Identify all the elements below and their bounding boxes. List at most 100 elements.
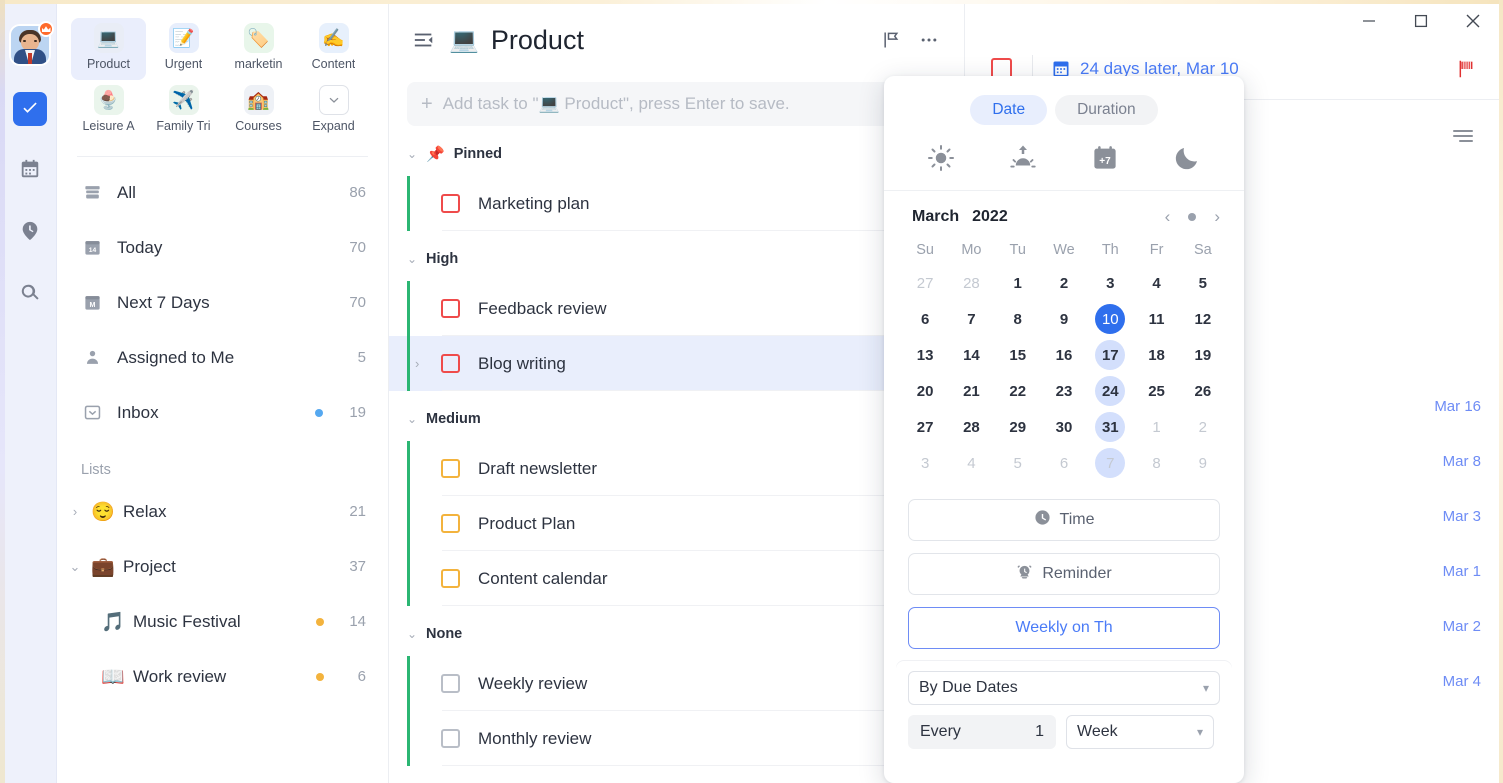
calendar-day[interactable]: 25 <box>1133 373 1179 409</box>
calendar-day[interactable]: 3 <box>1087 265 1133 301</box>
task-checkbox[interactable] <box>441 514 460 533</box>
calendar-day[interactable]: 24 <box>1087 373 1133 409</box>
calendar-day[interactable]: 29 <box>995 409 1041 445</box>
sidebar-item-next 7 days[interactable]: M Next 7 Days 70 <box>57 275 388 330</box>
add-task-input[interactable]: + Add task to "💻 Product", press Enter t… <box>407 82 946 126</box>
calendar-day[interactable]: 31 <box>1087 409 1133 445</box>
calendar-day[interactable]: 4 <box>1133 265 1179 301</box>
calendar-day[interactable]: 1 <box>1133 409 1179 445</box>
repeat-unit-select[interactable]: Week ▾ <box>1066 715 1214 749</box>
calendar-day[interactable]: 3 <box>902 445 948 481</box>
collapse-caret-icon[interactable]: ⌄ <box>407 627 417 641</box>
calendar-day[interactable]: 2 <box>1041 265 1087 301</box>
collapse-caret-icon[interactable]: ⌄ <box>407 147 417 161</box>
calendar-day[interactable]: 1 <box>995 265 1041 301</box>
task-due-label[interactable]: Mar 4 <box>1361 673 1481 690</box>
calendar-day[interactable]: 18 <box>1133 337 1179 373</box>
sidebar-item-assigned to me[interactable]: Assigned to Me 5 <box>57 330 388 385</box>
calendar-day[interactable]: 28 <box>948 265 994 301</box>
task-checkbox[interactable] <box>441 299 460 318</box>
detail-menu-icon[interactable] <box>1453 130 1473 145</box>
calendar-day[interactable]: 22 <box>995 373 1041 409</box>
task-checkbox[interactable] <box>441 194 460 213</box>
shortcut-leisure a[interactable]: 🍨 Leisure A <box>71 80 146 142</box>
calendar-day[interactable]: 28 <box>948 409 994 445</box>
shortcut-content[interactable]: ✍️ Content <box>296 18 371 80</box>
list-item-work review[interactable]: 📖 Work review 6 <box>57 649 388 704</box>
calendar-day[interactable]: 9 <box>1180 445 1226 481</box>
calendar-day[interactable]: 27 <box>902 265 948 301</box>
list-item-relax[interactable]: › 😌 Relax 21 <box>57 484 388 539</box>
rail-item-pomodoro[interactable] <box>13 216 47 250</box>
sunrise-icon[interactable] <box>1003 138 1043 178</box>
time-button[interactable]: Time <box>908 499 1220 541</box>
list-item-music festival[interactable]: 🎵 Music Festival 14 <box>57 594 388 649</box>
task-due-label[interactable]: Mar 8 <box>1361 453 1481 470</box>
calendar-day[interactable]: 19 <box>1180 337 1226 373</box>
more-options-icon[interactable] <box>916 27 942 53</box>
priority-flag-icon[interactable] <box>1455 58 1477 80</box>
date-popup-tab-date[interactable]: Date <box>970 95 1048 125</box>
task-row[interactable]: Marketing plan <box>389 176 964 231</box>
task-due-label[interactable]: Mar 1 <box>1361 563 1481 580</box>
calendar-day[interactable]: 21 <box>948 373 994 409</box>
task-checkbox[interactable] <box>441 729 460 748</box>
calendar-day[interactable]: 7 <box>948 301 994 337</box>
calendar-day[interactable]: 9 <box>1041 301 1087 337</box>
calendar-day[interactable]: 26 <box>1180 373 1226 409</box>
expand-caret-icon[interactable]: ⌄ <box>67 559 83 575</box>
prev-month-button[interactable]: ‹ <box>1165 207 1171 227</box>
task-group-header-high[interactable]: ⌄ High <box>389 237 964 281</box>
repeat-button[interactable]: Weekly on Th <box>908 607 1220 649</box>
task-group-header-pinned[interactable]: ⌄ 📌 Pinned <box>389 132 964 176</box>
task-group-header-none[interactable]: ⌄ None <box>389 612 964 656</box>
task-row[interactable]: Product Plan <box>389 496 964 551</box>
calendar-day[interactable]: 8 <box>995 301 1041 337</box>
minimize-button[interactable] <box>1343 4 1395 38</box>
collapse-sidebar-icon[interactable] <box>411 27 437 53</box>
maximize-button[interactable] <box>1395 4 1447 38</box>
calendar-day[interactable]: 6 <box>902 301 948 337</box>
calendar-day[interactable]: 4 <box>948 445 994 481</box>
calendar-day[interactable]: 23 <box>1041 373 1087 409</box>
task-group-header-medium[interactable]: ⌄ Medium <box>389 397 964 441</box>
sidebar-item-today[interactable]: 14 Today 70 <box>57 220 388 275</box>
task-checkbox[interactable] <box>441 459 460 478</box>
calendar-day[interactable]: 6 <box>1041 445 1087 481</box>
sun-icon[interactable] <box>921 138 961 178</box>
calendar-day[interactable]: 8 <box>1133 445 1179 481</box>
task-due-label[interactable]: Mar 2 <box>1361 618 1481 635</box>
calendar-day[interactable]: 14 <box>948 337 994 373</box>
calendar-day[interactable]: 10 <box>1087 301 1133 337</box>
calendar-day[interactable]: 2 <box>1180 409 1226 445</box>
task-checkbox[interactable] <box>441 569 460 588</box>
today-dot-button[interactable] <box>1188 213 1197 221</box>
shortcut-family tri[interactable]: ✈️ Family Tri <box>146 80 221 142</box>
shortcut-marketin[interactable]: 🏷️ marketin <box>221 18 296 80</box>
task-row[interactable]: › Blog writing <box>389 336 964 391</box>
calendar-day[interactable]: 16 <box>1041 337 1087 373</box>
calendar-day[interactable]: 11 <box>1133 301 1179 337</box>
rail-item-tasks[interactable] <box>13 92 47 126</box>
task-row[interactable]: Content calendar <box>389 551 964 606</box>
repeat-mode-select[interactable]: By Due Dates ▾ <box>908 671 1220 705</box>
calendar-day[interactable]: 17 <box>1087 337 1133 373</box>
shortcut-courses[interactable]: 🏫 Courses <box>221 80 296 142</box>
calendar-day[interactable]: 20 <box>902 373 948 409</box>
task-row[interactable]: Feedback review <box>389 281 964 336</box>
task-checkbox[interactable] <box>441 354 460 373</box>
calendar-day[interactable]: 5 <box>995 445 1041 481</box>
calendar-day[interactable]: 27 <box>902 409 948 445</box>
task-checkbox[interactable] <box>441 674 460 693</box>
sort-flag-icon[interactable] <box>878 27 904 53</box>
avatar[interactable] <box>11 21 54 64</box>
close-button[interactable] <box>1447 4 1499 38</box>
every-stepper[interactable]: Every 1 <box>908 715 1056 749</box>
shortcut-product[interactable]: 💻 Product <box>71 18 146 80</box>
next-month-button[interactable]: › <box>1214 207 1220 227</box>
moon-icon[interactable] <box>1167 138 1207 178</box>
calendar-plus-7-icon[interactable]: +7 <box>1085 138 1125 178</box>
shortcut-urgent[interactable]: 📝 Urgent <box>146 18 221 80</box>
expand-caret-icon[interactable]: › <box>67 504 83 519</box>
sidebar-item-inbox[interactable]: Inbox 19 <box>57 385 388 440</box>
